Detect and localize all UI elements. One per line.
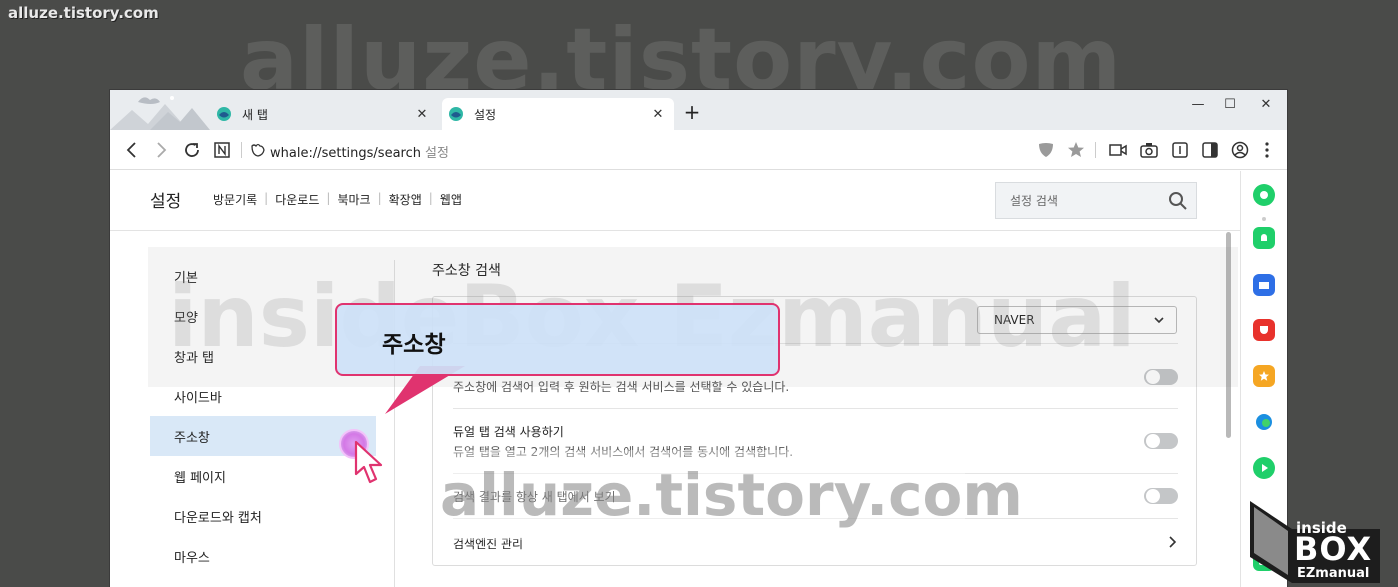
search-icon[interactable] <box>1168 191 1188 211</box>
maximize-icon[interactable]: ☐ <box>1218 94 1242 114</box>
nav-downloads[interactable]: 다운로드 <box>275 191 319 208</box>
settings-search[interactable] <box>995 182 1197 219</box>
star-icon[interactable] <box>1066 140 1086 160</box>
logo-text-box: BOX <box>1294 530 1373 568</box>
sidebar-item-downloads-capture[interactable]: 다운로드와 캡처 <box>150 496 376 536</box>
pocket-icon[interactable] <box>1253 319 1275 341</box>
forward-icon[interactable] <box>151 140 171 160</box>
setting-title: 듀얼 탭 검색 사용하기 <box>453 425 564 439</box>
nav-bookmarks[interactable]: 북마크 <box>337 191 370 208</box>
nav-webapps[interactable]: 웹앱 <box>440 191 462 208</box>
logo-text-ezmanual: EZmanual <box>1294 566 1373 581</box>
whale-address-icon <box>248 140 268 160</box>
sidebar-item-mouse[interactable]: 마우스 <box>150 536 376 576</box>
briefcase-icon[interactable] <box>1253 274 1275 296</box>
close-window-icon[interactable]: ✕ <box>1254 94 1278 114</box>
minimize-icon[interactable]: — <box>1186 94 1210 114</box>
watermark-middle: alluze.tistory.com <box>440 450 1023 540</box>
whale-deco-icon <box>110 96 210 130</box>
shield-icon[interactable] <box>1036 140 1056 160</box>
page-title: 설정 <box>150 192 182 212</box>
tab-settings[interactable]: 설정 ✕ <box>442 98 674 130</box>
sidebar-item-web-page[interactable]: 웹 페이지 <box>150 456 376 496</box>
close-icon[interactable]: ✕ <box>650 106 666 122</box>
close-icon[interactable]: ✕ <box>414 106 430 122</box>
toolbar-divider <box>1095 142 1096 158</box>
address-bar[interactable]: whale://settings/search 설정 <box>270 142 449 161</box>
whale-favicon-icon <box>217 107 231 121</box>
sidebar-toggle-icon[interactable] <box>1200 140 1220 160</box>
url-suffix: 설정 <box>425 146 449 161</box>
menu-icon[interactable] <box>1257 140 1277 160</box>
back-icon[interactable] <box>122 140 142 160</box>
video-icon[interactable] <box>1108 140 1128 160</box>
dual-tab-toggle[interactable] <box>1144 433 1178 449</box>
settings-nav: 방문기록 | 다운로드 | 북마크 | 확장앱 | 웹앱 <box>213 191 462 208</box>
tab-title: 새 탭 <box>242 107 268 122</box>
green-circle-icon[interactable] <box>1253 184 1275 206</box>
nav-separator: | <box>428 191 433 205</box>
tab-bar: 새 탭 ✕ 설정 ✕ + — ☐ ✕ <box>110 90 1287 130</box>
callout-box: 주소창 <box>335 303 780 376</box>
cursor-pointer-icon <box>354 440 383 484</box>
play-icon[interactable] <box>1253 457 1275 479</box>
star-app-icon[interactable] <box>1253 365 1275 387</box>
search-input[interactable] <box>1010 193 1160 208</box>
nav-separator: | <box>264 191 269 205</box>
toolbar: whale://settings/search 설정 <box>110 130 1287 170</box>
watermark-top-left: alluze.tistory.com <box>8 4 159 22</box>
reload-icon[interactable] <box>182 140 202 160</box>
new-tab-results-toggle[interactable] <box>1144 488 1178 504</box>
nav-extensions[interactable]: 확장앱 <box>389 191 422 208</box>
tab-title: 설정 <box>474 107 497 122</box>
callout-text: 주소창 <box>382 332 446 358</box>
camera-icon[interactable] <box>1139 140 1159 160</box>
profile-icon[interactable] <box>1230 140 1250 160</box>
nav-separator: | <box>326 191 331 205</box>
url-text: whale://settings/search <box>270 146 421 161</box>
whale-favicon-icon <box>449 107 463 121</box>
toolbar-divider <box>241 142 242 158</box>
tab-new[interactable]: 새 탭 ✕ <box>210 98 438 130</box>
nav-separator: | <box>377 191 382 205</box>
nav-history[interactable]: 방문기록 <box>213 191 257 208</box>
settings-header: 설정 방문기록 | 다운로드 | 북마크 | 확장앱 | 웹앱 <box>110 171 1240 231</box>
notes-icon[interactable] <box>212 140 232 160</box>
chevron-right-icon <box>1169 536 1177 548</box>
new-tab-button[interactable]: + <box>682 102 702 122</box>
edge-icon[interactable] <box>1253 411 1275 433</box>
bell-icon[interactable] <box>1253 227 1275 249</box>
dot-icon <box>1262 217 1266 221</box>
reader-icon[interactable] <box>1170 140 1190 160</box>
